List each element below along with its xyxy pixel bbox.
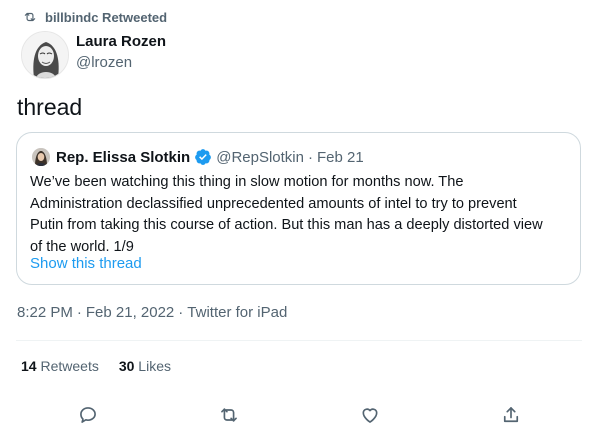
author-handle[interactable]: @lrozen	[76, 54, 132, 71]
tweet-time[interactable]: 8:22 PM	[17, 304, 73, 321]
tweet-stats: 14 Retweets 30 Likes	[21, 358, 171, 374]
reply-icon	[80, 407, 96, 423]
retweets-count: 14	[21, 358, 37, 374]
likes-stat[interactable]: 30 Likes	[119, 358, 171, 374]
author-name[interactable]: Laura Rozen	[76, 33, 166, 50]
quoted-text-line: We’ve been watching this thing in slow m…	[30, 174, 464, 190]
retweet-icon	[24, 12, 36, 22]
meta-separator: ·	[178, 304, 184, 321]
quoted-tweet-card[interactable]: Rep. Elissa Slotkin @RepSlotkin · Feb 21…	[16, 132, 581, 285]
avatar-icon	[22, 32, 68, 78]
avatar[interactable]	[21, 31, 69, 79]
tweet-date[interactable]: Feb 21, 2022	[86, 304, 174, 321]
tweet-text: thread	[17, 94, 83, 120]
like-button[interactable]	[355, 400, 385, 430]
show-thread-link[interactable]: Show this thread	[30, 255, 142, 272]
like-icon	[362, 408, 378, 423]
reply-button[interactable]	[73, 400, 103, 430]
meta-separator: ·	[76, 304, 82, 321]
retweets-stat[interactable]: 14 Retweets	[21, 358, 99, 374]
quoted-tweet-text: We’ve been watching this thing in slow m…	[30, 172, 570, 258]
retweets-label: Retweets	[40, 358, 99, 374]
share-button[interactable]	[496, 400, 526, 430]
retweet-button[interactable]	[214, 400, 244, 430]
retweet-label: billbindc Retweeted	[45, 9, 168, 25]
header-separator: ·	[308, 148, 313, 166]
tweet-source[interactable]: Twitter for iPad	[187, 304, 287, 321]
likes-label: Likes	[138, 358, 171, 374]
quoted-author-handle[interactable]: @RepSlotkin	[216, 149, 304, 166]
quoted-avatar	[32, 148, 50, 166]
quoted-tweet-header: Rep. Elissa Slotkin @RepSlotkin · Feb 21	[56, 147, 364, 167]
quoted-text-line: Putin from taking this course of action.…	[30, 217, 543, 233]
quoted-tweet-date[interactable]: Feb 21	[317, 149, 364, 166]
likes-count: 30	[118, 358, 135, 374]
quoted-author-name[interactable]: Rep. Elissa Slotkin	[56, 149, 190, 166]
quoted-text-line: Administration declassified unprecedente…	[30, 195, 517, 212]
quoted-avatar-icon	[32, 148, 50, 166]
share-icon	[503, 407, 519, 423]
retweet-icon	[221, 408, 237, 422]
tweet-metadata: 8:22 PM · Feb 21, 2022 · Twitter for iPa…	[17, 304, 287, 321]
divider	[16, 340, 582, 341]
action-bar	[0, 400, 598, 430]
verified-badge-icon	[195, 149, 212, 165]
retweet-context[interactable]: billbindc Retweeted	[23, 8, 167, 26]
